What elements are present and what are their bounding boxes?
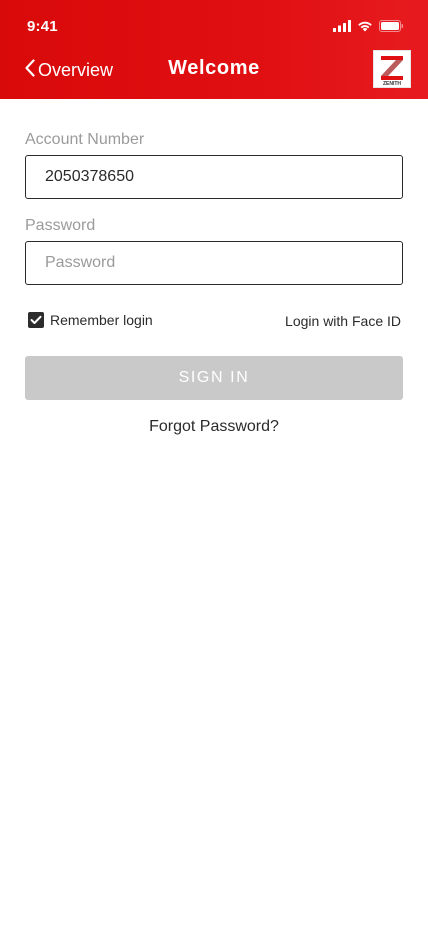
page-title: Welcome: [168, 57, 260, 79]
svg-text:ZENITH: ZENITH: [383, 81, 401, 87]
status-time: 9:41: [27, 18, 58, 35]
account-number-label: Account Number: [25, 131, 145, 148]
status-icons: [333, 20, 404, 32]
wifi-icon: [357, 20, 373, 32]
app-header: 9:41 Overview Welcome ZENITH: [0, 0, 428, 99]
password-label: Password: [25, 217, 96, 234]
forgot-password-link[interactable]: Forgot Password?: [0, 418, 428, 436]
checkmark-icon: [28, 312, 44, 328]
sign-in-button[interactable]: SIGN IN: [25, 356, 403, 400]
account-number-field[interactable]: [25, 155, 403, 199]
remember-login-label: Remember login: [50, 312, 153, 328]
face-id-login-link[interactable]: Login with Face ID: [285, 313, 401, 329]
battery-icon: [379, 20, 404, 32]
password-field[interactable]: [25, 241, 403, 285]
cellular-signal-icon: [333, 20, 351, 32]
remember-login-checkbox[interactable]: Remember login: [28, 312, 153, 328]
zenith-logo: ZENITH: [373, 50, 411, 88]
